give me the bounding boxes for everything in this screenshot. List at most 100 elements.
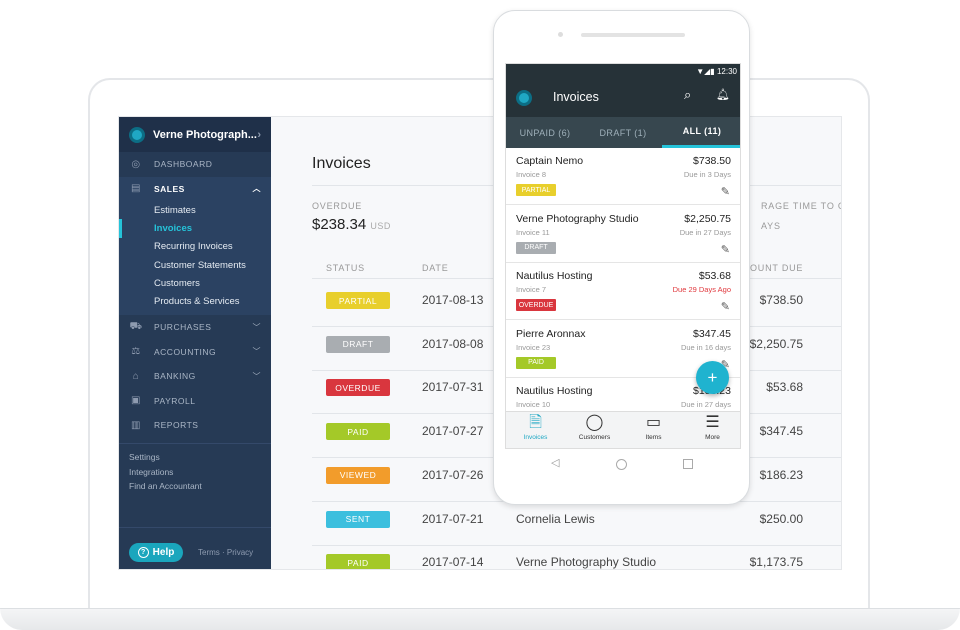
invoice-list-item[interactable]: Captain Nemo Invoice 8 $738.50 Due in 3 … xyxy=(506,148,740,205)
sidebar-item-accounting[interactable]: ⚖ ACCOUNTING ﹀ xyxy=(119,339,271,364)
speaker xyxy=(581,33,685,37)
pencil-icon[interactable]: ✎ xyxy=(721,300,730,313)
invoice-icon: 🗎︎ xyxy=(529,414,542,431)
date: 2017-07-26 xyxy=(422,467,484,482)
find-accountant-link[interactable]: Find an Accountant xyxy=(119,481,271,496)
header-status[interactable]: STATUS xyxy=(326,263,365,273)
wave-logo-icon xyxy=(516,90,532,106)
status-bar: ▼◢▮ 12:30 xyxy=(696,67,737,76)
nav-invoices[interactable]: 🗎︎ Invoices xyxy=(506,412,565,441)
question-icon: ? xyxy=(137,547,149,558)
status-badge: PAID xyxy=(516,356,556,369)
company-switcher[interactable]: Verne Photograph... › xyxy=(119,117,271,152)
sidebar-item-dashboard[interactable]: ◎ DASHBOARD xyxy=(119,152,271,177)
status-badge: PARTIAL xyxy=(326,292,390,309)
sidebar-item-recurring-invoices[interactable]: Recurring Invoices xyxy=(119,238,271,256)
footer-links: Terms · Privacy xyxy=(198,548,253,557)
due-text: Due 29 Days Ago xyxy=(672,285,731,294)
status-badge: DRAFT xyxy=(326,335,390,353)
status-badge: PAID xyxy=(326,423,390,441)
reports-icon: ▥ xyxy=(131,419,141,431)
wifi-icon: ▼◢▮ xyxy=(696,67,715,76)
back-button[interactable]: ◁ xyxy=(551,456,559,469)
amount: $347.45 xyxy=(759,424,803,439)
status-badge: PARTIAL xyxy=(516,184,556,196)
settings-link[interactable]: Settings xyxy=(119,452,271,467)
wave-logo-icon xyxy=(129,126,145,143)
sidebar-item-reports[interactable]: ▥ REPORTS xyxy=(119,413,271,438)
sidebar-item-payroll[interactable]: ▣ PAYROLL xyxy=(119,388,271,413)
sidebar-item-invoices[interactable]: Invoices xyxy=(119,219,271,238)
avg-time-value: AYS xyxy=(761,221,781,231)
customer-name: Captain Nemo xyxy=(516,155,584,167)
phone-frame: ▼◢▮ 12:30 Invoices ⌕ 🔔︎ UNPAID (6) DRAFT… xyxy=(493,10,750,505)
status-badge: VIEWED xyxy=(326,466,390,484)
due-text: Due in 3 Days xyxy=(683,170,731,179)
amount: $1,173.75 xyxy=(749,555,803,570)
amount: $250.00 xyxy=(759,511,803,526)
person-icon: ◯ xyxy=(585,414,604,431)
home-button[interactable] xyxy=(616,459,627,470)
customer-name: Verne Photography Studio xyxy=(516,212,639,225)
invoice-number: Invoice 11 xyxy=(516,227,550,237)
privacy-link[interactable]: Privacy xyxy=(227,548,253,557)
status-badge: PAID xyxy=(326,554,390,569)
nav-more[interactable]: ☰ More xyxy=(683,412,740,441)
pencil-icon[interactable]: ✎ xyxy=(721,243,730,256)
amount: $186.23 xyxy=(759,467,803,482)
customer-name: Nautilus Hosting xyxy=(516,385,593,397)
label: DASHBOARD xyxy=(154,159,213,170)
label: BANKING xyxy=(154,371,196,382)
search-icon[interactable]: ⌕ xyxy=(684,87,691,103)
sidebar-item-estimates[interactable]: Estimates xyxy=(119,201,271,219)
invoice-list-item[interactable]: Verne Photography Studio Invoice 11 $2,2… xyxy=(506,205,740,263)
app-title: Invoices xyxy=(553,90,599,104)
currency: USD xyxy=(370,221,391,231)
sidebar-item-purchases[interactable]: ⛟ PURCHASES ﹀ xyxy=(119,315,271,340)
bell-icon[interactable]: 🔔︎ xyxy=(716,88,730,101)
label: Help xyxy=(152,547,175,558)
amount: $347.45 xyxy=(693,327,731,340)
box-icon: ▭ xyxy=(645,414,662,431)
pencil-icon[interactable]: ✎ xyxy=(721,185,730,198)
label: PAYROLL xyxy=(154,395,196,406)
tab-unpaid[interactable]: UNPAID (6) xyxy=(506,117,584,148)
customer-name: Nautilus Hosting xyxy=(516,270,593,282)
due-text: Due in 27 days xyxy=(680,400,731,409)
overdue-amount: $238.34 USD xyxy=(312,216,391,233)
scale-icon: ⚖ xyxy=(131,346,141,358)
payroll-icon: ▣ xyxy=(131,395,141,407)
amount: $738.50 xyxy=(693,155,731,167)
sidebar-item-customers[interactable]: Customers xyxy=(119,274,271,292)
tab-draft[interactable]: DRAFT (1) xyxy=(584,117,662,148)
date: 2017-07-31 xyxy=(422,380,484,395)
header-amount-due[interactable]: OUNT DUE xyxy=(750,263,803,273)
sidebar-item-banking[interactable]: ⌂ BANKING ﹀ xyxy=(119,364,271,389)
add-invoice-fab[interactable]: + xyxy=(696,361,729,394)
sidebar-item-customer-statements[interactable]: Customer Statements xyxy=(119,256,271,274)
date: 2017-08-13 xyxy=(422,293,484,307)
avg-time-label: RAGE TIME TO GET xyxy=(761,201,841,211)
nav-customers[interactable]: ◯ Customers xyxy=(565,412,624,441)
header-date[interactable]: DATE xyxy=(422,263,449,273)
separator: · xyxy=(222,548,225,557)
sidebar-item-sales[interactable]: ▤ SALES ︿ xyxy=(119,177,271,202)
amount: $53.68 xyxy=(766,380,803,395)
laptop-base xyxy=(0,608,960,630)
amount: $2,250.75 xyxy=(684,212,731,225)
tab-all[interactable]: ALL (11) xyxy=(662,117,740,148)
integrations-link[interactable]: Integrations xyxy=(119,467,271,482)
date: 2017-07-21 xyxy=(422,511,484,526)
dashboard-icon: ◎ xyxy=(131,158,141,170)
terms-link[interactable]: Terms xyxy=(198,548,220,557)
recents-button[interactable] xyxy=(683,459,693,469)
chevron-up-icon: ︿ xyxy=(252,184,261,194)
help-button[interactable]: ? Help xyxy=(129,543,183,562)
invoice-list-item[interactable]: Nautilus Hosting Invoice 7 $53.68 Due 29… xyxy=(506,263,740,320)
sidebar-item-products-services[interactable]: Products & Services xyxy=(119,292,271,310)
amount: $53.68 xyxy=(698,270,731,282)
label: ACCOUNTING xyxy=(154,346,217,357)
label: Invoices xyxy=(523,434,548,441)
divider xyxy=(119,443,271,445)
nav-items[interactable]: ▭ Items xyxy=(624,412,683,441)
